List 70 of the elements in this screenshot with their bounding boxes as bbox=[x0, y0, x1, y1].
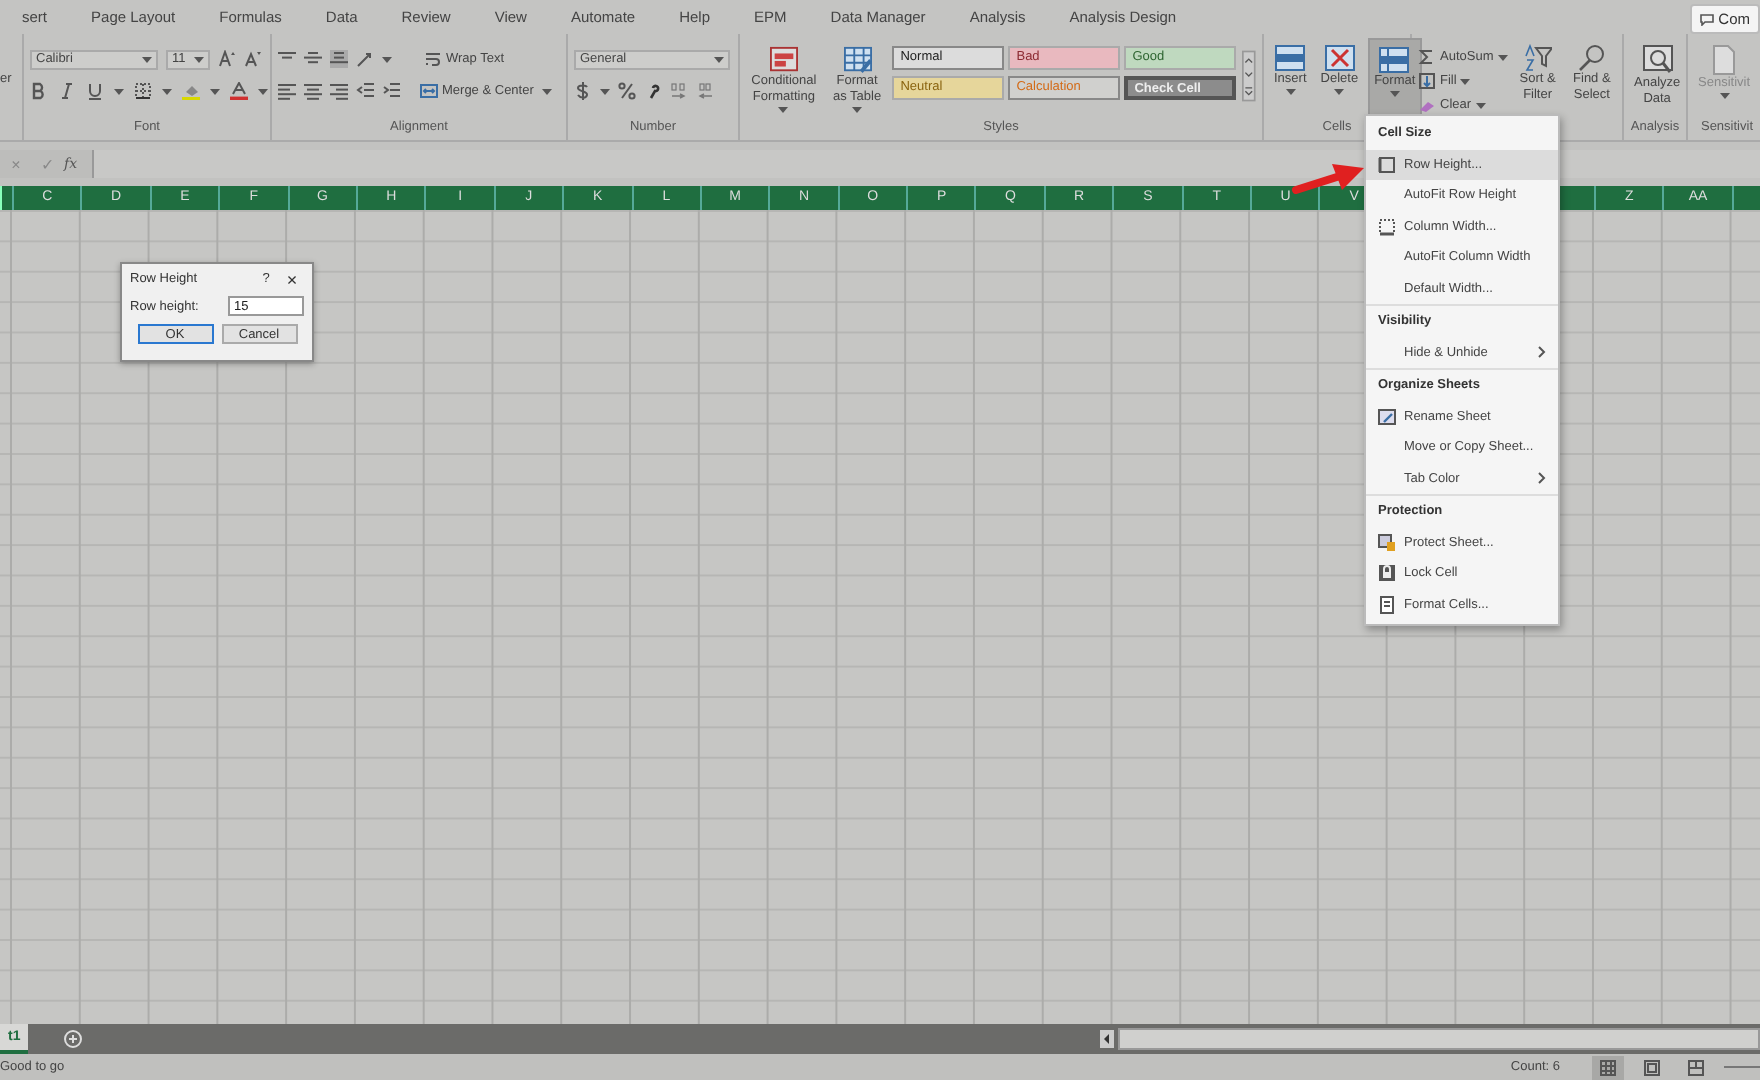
caret-icon bbox=[382, 55, 392, 63]
format-cells-icon bbox=[1378, 46, 1411, 74]
scroll-left-icon[interactable] bbox=[1100, 1030, 1114, 1048]
comma-style-icon[interactable] bbox=[644, 82, 662, 100]
lock-icon bbox=[1378, 564, 1396, 583]
page-layout-view-icon bbox=[1644, 1059, 1660, 1075]
page-break-view-icon bbox=[1688, 1059, 1704, 1075]
align-middle-icon[interactable] bbox=[304, 50, 322, 68]
caret-icon bbox=[1389, 90, 1400, 98]
caret-icon bbox=[210, 87, 220, 95]
insert-cells-icon bbox=[1274, 44, 1307, 72]
increase-indent-icon[interactable] bbox=[382, 82, 400, 100]
font-color-icon[interactable] bbox=[230, 82, 248, 100]
caret-icon bbox=[114, 87, 124, 95]
decrease-decimal-icon[interactable] bbox=[696, 82, 714, 100]
sigma-icon bbox=[1418, 48, 1436, 66]
bold-icon[interactable] bbox=[30, 82, 48, 100]
search-icon bbox=[1577, 44, 1606, 72]
sensitivity-icon bbox=[1712, 44, 1736, 76]
borders-icon[interactable] bbox=[134, 82, 152, 100]
italic-icon[interactable] bbox=[58, 82, 76, 100]
caret-icon bbox=[1719, 92, 1729, 100]
conditional-formatting-icon bbox=[767, 46, 800, 74]
rename-sheet-icon bbox=[1378, 407, 1396, 426]
caret-icon bbox=[852, 106, 863, 114]
caret-icon bbox=[1460, 77, 1471, 85]
percent-icon[interactable] bbox=[618, 82, 636, 100]
delete-cells-icon bbox=[1323, 44, 1356, 72]
protect-sheet-icon bbox=[1378, 533, 1396, 552]
caret-icon bbox=[600, 87, 610, 95]
caret-icon bbox=[258, 87, 268, 95]
decrease-font-icon[interactable] bbox=[244, 50, 262, 68]
caret-icon bbox=[1285, 88, 1296, 96]
comment-icon bbox=[1700, 13, 1715, 25]
wrap-text-icon[interactable] bbox=[424, 50, 442, 68]
table-format-icon bbox=[841, 46, 874, 74]
caret-icon bbox=[1334, 88, 1345, 96]
normal-view-icon bbox=[1600, 1059, 1616, 1075]
view-button[interactable] bbox=[1592, 1055, 1624, 1079]
decrease-indent-icon[interactable] bbox=[356, 82, 374, 100]
align-left-icon[interactable] bbox=[278, 82, 296, 100]
close-button[interactable]: × bbox=[280, 269, 304, 289]
underline-icon[interactable] bbox=[86, 82, 104, 100]
fill-down-icon bbox=[1418, 72, 1436, 90]
horizontal-scrollbar[interactable] bbox=[1118, 1028, 1760, 1050]
add-sheet-icon[interactable] bbox=[64, 1030, 83, 1048]
format-cells-icon bbox=[1378, 595, 1396, 614]
column-width-icon bbox=[1378, 217, 1396, 236]
caret-icon bbox=[778, 106, 789, 114]
caret-icon bbox=[1475, 101, 1486, 109]
increase-decimal-icon[interactable] bbox=[670, 82, 688, 100]
caret-icon bbox=[162, 87, 172, 95]
sort-filter-icon bbox=[1523, 44, 1552, 72]
fill-color-icon[interactable] bbox=[182, 82, 200, 100]
currency-icon[interactable] bbox=[574, 82, 592, 100]
analyze-data-icon bbox=[1641, 44, 1674, 76]
caret-icon bbox=[1497, 53, 1508, 61]
caret-icon bbox=[142, 55, 152, 63]
orientation-icon[interactable] bbox=[356, 50, 374, 68]
align-right-icon[interactable] bbox=[330, 82, 348, 100]
pointer-arrow-drawing bbox=[1292, 162, 1364, 194]
row-height-icon bbox=[1378, 155, 1396, 174]
align-center-icon[interactable] bbox=[304, 82, 322, 100]
merge-cells-icon[interactable] bbox=[420, 82, 438, 100]
caret-icon bbox=[541, 87, 552, 95]
caret-icon bbox=[714, 55, 724, 63]
align-bottom-icon[interactable] bbox=[330, 50, 348, 68]
caret-icon bbox=[194, 55, 204, 63]
gallery-scroll-icon[interactable] bbox=[1242, 46, 1256, 106]
increase-font-icon[interactable] bbox=[218, 50, 236, 68]
